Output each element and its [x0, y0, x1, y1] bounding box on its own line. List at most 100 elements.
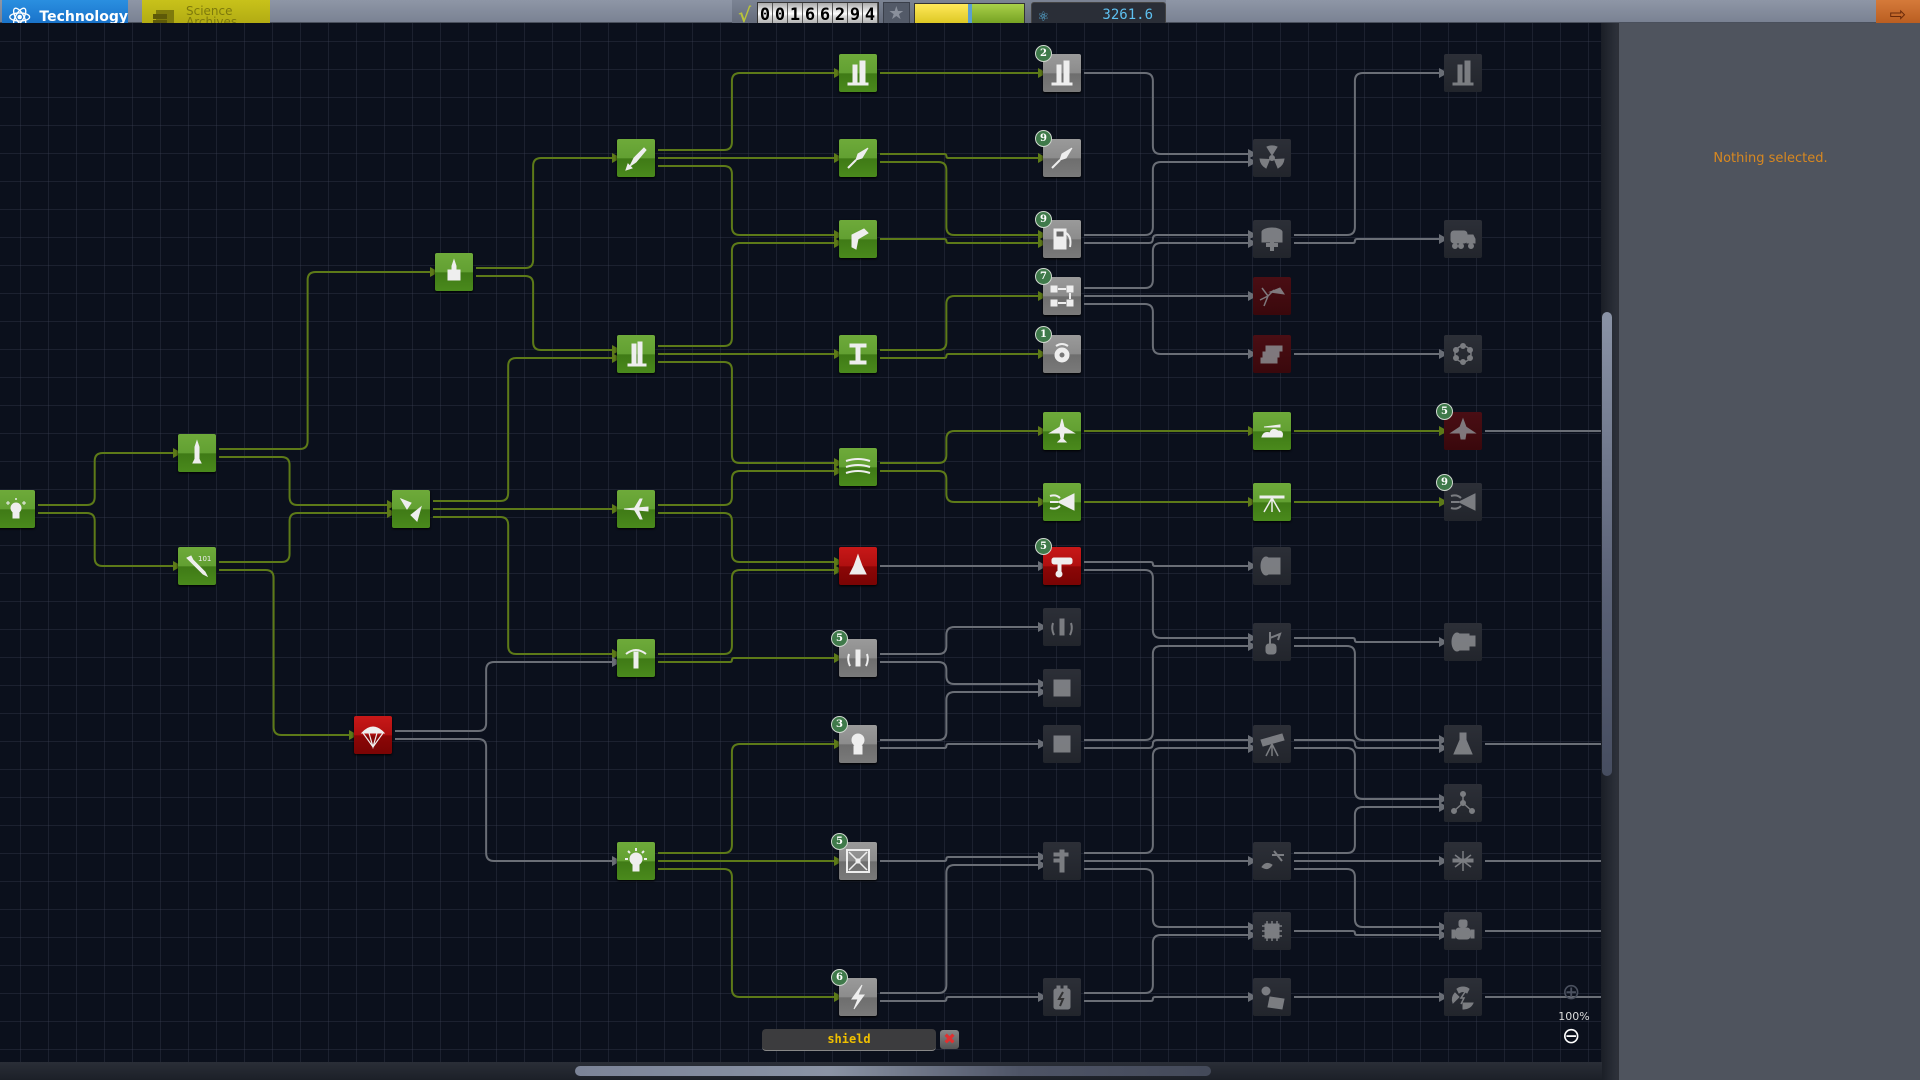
parts-count-badge: 9: [1035, 130, 1052, 147]
girder-icon: [849, 343, 867, 365]
tech-node-advanced-construction[interactable]: [839, 335, 877, 373]
capsule-icon: [1053, 679, 1071, 697]
tech-node-electronics[interactable]: [1253, 842, 1291, 880]
tech-node-high-altitude-flight[interactable]: [1253, 412, 1291, 450]
tech-node-general-rocketry[interactable]: [435, 253, 473, 291]
launch-tower-big-icon: [847, 60, 869, 86]
tech-node-large-volume[interactable]: [1253, 220, 1291, 258]
wind-lines-icon: [845, 458, 871, 474]
parachute-icon: [360, 726, 386, 749]
connection-line: [1084, 868, 1248, 928]
connection-line: [476, 157, 612, 269]
tech-node-flight-control[interactable]: [617, 639, 655, 677]
tech-node-miniaturization[interactable]: 5: [831, 833, 877, 880]
tech-node-general-construction[interactable]: [617, 335, 655, 373]
tech-node-specialized-science[interactable]: [1444, 784, 1482, 822]
connection-line: [880, 626, 1038, 655]
connection-line: [658, 569, 834, 655]
connection-line: [880, 856, 1038, 862]
tech-node-aviation[interactable]: [617, 490, 655, 528]
connection-line: [880, 691, 1038, 741]
tech-node-hypersonic-flight[interactable]: [1253, 483, 1291, 521]
tech-node-nuclear-propulsion[interactable]: [1253, 139, 1291, 177]
connection-line: [880, 238, 1038, 244]
connection-line: [1084, 303, 1248, 355]
parts-count-badge: 3: [831, 716, 848, 733]
tech-node-field-science[interactable]: [1253, 623, 1291, 661]
tech-node-heavy-aerodynamics[interactable]: 5: [1436, 403, 1482, 450]
tech-node-advanced-landing[interactable]: 5: [1035, 538, 1081, 585]
lightning-icon: [851, 984, 865, 1010]
connection-line: [1294, 238, 1439, 244]
tech-node-actuators[interactable]: 1: [1035, 326, 1081, 373]
connection-line: [658, 743, 834, 854]
tech-tree-canvas[interactable]: 101 5 3 5 6 2 9 9 7 1 5 5 9: [0, 23, 1602, 1080]
tech-node-basic-science[interactable]: [617, 842, 655, 880]
tech-node-space-exploration[interactable]: 3: [831, 716, 877, 763]
plates-icon: [1260, 345, 1283, 364]
connection-line: [880, 996, 1038, 1002]
tech-node-advanced-exploration[interactable]: [1043, 725, 1081, 763]
tech-node-advanced-rocketry[interactable]: [617, 139, 655, 177]
lander-red-icon: [849, 553, 867, 575]
horizontal-scroll-thumb[interactable]: [575, 1066, 1211, 1076]
nothing-selected-text: Nothing selected.: [1713, 151, 1828, 166]
tech-node-composites[interactable]: [1253, 335, 1291, 373]
tech-node-advanced-metalworks[interactable]: [1253, 277, 1291, 315]
zoom-out-icon[interactable]: ⊖: [1562, 1024, 1580, 1049]
vertical-scroll-thumb[interactable]: [1602, 312, 1612, 776]
parts-count-badge: 5: [1035, 538, 1052, 555]
tech-node-aero-intakes[interactable]: [1043, 483, 1081, 521]
tech-node-engineering101[interactable]: 101: [178, 547, 216, 585]
search-field[interactable]: shield: [762, 1029, 936, 1051]
tech-node-heavy-rocketry[interactable]: [839, 54, 877, 92]
tech-node-precision-propulsion[interactable]: 9: [1035, 130, 1081, 177]
connection-line: [658, 361, 834, 464]
tech-node-basic-rocketry[interactable]: [178, 434, 216, 472]
tech-node-experimental-electrics[interactable]: [1444, 842, 1482, 880]
fuel-nozzle-icon: [851, 228, 869, 250]
tech-node-advanced-electrics[interactable]: [1043, 978, 1081, 1016]
tech-node-heavy-motors[interactable]: [1444, 623, 1482, 661]
tripod-nodes-icon: [1451, 791, 1475, 814]
tech-node-command-pod[interactable]: [1043, 669, 1081, 707]
tech-node-propulsion-systems[interactable]: [839, 139, 877, 177]
tech-node-specialized-electrics[interactable]: [1444, 978, 1482, 1016]
tech-node-stability[interactable]: [392, 490, 430, 528]
tech-node-fuel-systems[interactable]: [839, 220, 877, 258]
tech-node-meta-materials[interactable]: [1444, 335, 1482, 373]
connection-line: [880, 295, 1038, 351]
tech-node-command-modules[interactable]: [1043, 608, 1081, 646]
tech-node-aerodynamics[interactable]: [839, 448, 877, 486]
tech-node-precision-engineering[interactable]: [1043, 842, 1081, 880]
zoom-in-icon[interactable]: ⊕: [1562, 980, 1580, 1005]
tech-node-automation[interactable]: [1444, 912, 1482, 950]
tech-node-specialized-construction[interactable]: 7: [1035, 268, 1081, 315]
tech-node-advanced-units[interactable]: [1253, 912, 1291, 950]
tech-node-start[interactable]: [0, 490, 35, 528]
tech-node-very-heavy-rocketry[interactable]: [1444, 54, 1482, 92]
tech-node-scanning-tech[interactable]: [1444, 725, 1482, 763]
tech-node-advanced-motors[interactable]: [1253, 547, 1291, 585]
tech-node-supersonic-flight[interactable]: [1043, 412, 1081, 450]
tech-node-fuel-systems-advanced[interactable]: 9: [1035, 211, 1081, 258]
search-clear-button[interactable]: ✖: [940, 1030, 959, 1049]
connection-line: [1294, 930, 1439, 936]
rocket-angled-icon: [625, 147, 647, 171]
tech-node-aerospace-tech[interactable]: 9: [1436, 474, 1482, 521]
connection-line: [1294, 747, 1439, 800]
tech-node-survivability[interactable]: [354, 716, 392, 754]
tech-node-high-power-electrics[interactable]: [1253, 978, 1291, 1016]
connection-line: [433, 516, 612, 655]
chip-icon: [1262, 921, 1282, 941]
molecule-ring-icon: [1453, 343, 1473, 365]
tech-node-heavier-rocketry[interactable]: 2: [1035, 45, 1081, 92]
tech-node-advanced-science[interactable]: [1253, 725, 1291, 763]
tech-node-electrics[interactable]: 6: [831, 969, 877, 1016]
tech-node-landing[interactable]: [839, 547, 877, 585]
tech-node-advanced-flight-control[interactable]: 5: [831, 630, 877, 677]
rocket-small-icon: [192, 439, 202, 464]
parts-count-badge: 6: [831, 969, 848, 986]
tech-node-fuel-transport[interactable]: [1444, 220, 1482, 258]
connection-line: [1084, 996, 1248, 1002]
